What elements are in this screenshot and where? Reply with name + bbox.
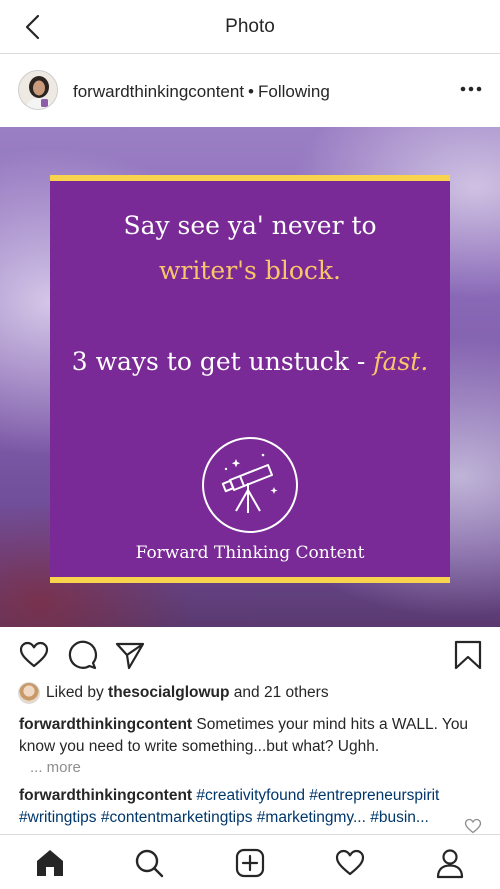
tab-activity[interactable]	[334, 847, 366, 879]
more-dots-icon	[460, 86, 482, 92]
separator-dot: •	[248, 82, 254, 101]
post-header: forwardthinkingcontent • Following	[0, 55, 500, 127]
likes-suffix[interactable]: and 21 others	[234, 684, 329, 701]
caption-username[interactable]: forwardthinkingcontent	[19, 716, 192, 733]
heart-icon	[19, 641, 49, 668]
page-title: Photo	[225, 16, 275, 37]
post-actions	[0, 627, 500, 683]
heart-icon	[464, 818, 482, 834]
follow-status-button[interactable]: Following	[258, 82, 330, 101]
hashtag[interactable]: #entrepreneurspirit	[309, 787, 439, 804]
search-icon	[135, 849, 164, 878]
post-image[interactable]: Say see ya' never to writer's block. 3 w…	[0, 127, 500, 627]
tab-add-post[interactable]	[234, 847, 266, 879]
hashtag-partial[interactable]: #marketingmy... #busin...	[257, 809, 429, 826]
likes-summary[interactable]: Liked by thesocialglowup and 21 others	[18, 682, 329, 706]
accent-bar-top	[50, 175, 450, 181]
tab-profile[interactable]	[434, 847, 466, 879]
tab-search[interactable]	[133, 847, 165, 879]
caption-more-link[interactable]: ... more	[30, 759, 81, 776]
post-author-line: forwardthinkingcontent • Following	[73, 82, 330, 102]
graphic-line-3: 3 ways to get unstuck - fast.	[50, 347, 450, 376]
hashtag[interactable]: #creativityfound	[196, 787, 305, 804]
bottom-tab-bar	[0, 834, 500, 889]
share-button[interactable]	[114, 639, 146, 671]
post-caption: forwardthinkingcontent Sometimes your mi…	[19, 714, 489, 758]
hashtag[interactable]: #contentmarketingtips	[101, 809, 253, 826]
heart-icon	[335, 849, 365, 876]
home-icon	[37, 850, 63, 876]
bookmark-icon	[454, 640, 482, 670]
accent-bar-bottom	[50, 577, 450, 583]
liker-username[interactable]: thesocialglowup	[108, 684, 229, 701]
comment-username[interactable]: forwardthinkingcontent	[19, 787, 192, 804]
brand-name: Forward Thinking Content	[135, 543, 365, 563]
send-icon	[115, 642, 145, 670]
graphic-card: Say see ya' never to writer's block. 3 w…	[50, 175, 450, 583]
likes-prefix: Liked by	[46, 684, 104, 702]
more-options-button[interactable]	[456, 79, 486, 99]
comment-like-button[interactable]	[464, 818, 482, 834]
top-bar: Photo	[0, 0, 500, 54]
comment-button[interactable]	[66, 639, 98, 671]
hashtag[interactable]: #writingtips	[19, 809, 97, 826]
profile-icon	[436, 849, 464, 879]
graphic-line-3-main: 3 ways to get unstuck -	[71, 347, 374, 376]
graphic-line-2: writer's block.	[159, 256, 341, 285]
add-post-icon	[235, 848, 265, 878]
graphic-line-1: Say see ya' never to	[123, 211, 377, 240]
avatar[interactable]	[18, 70, 58, 110]
save-button[interactable]	[452, 639, 484, 671]
like-button[interactable]	[18, 639, 50, 671]
comment-icon	[68, 640, 98, 670]
tab-home[interactable]	[34, 847, 66, 879]
comment: forwardthinkingcontent #creativityfound …	[19, 785, 489, 829]
post-username[interactable]: forwardthinkingcontent	[73, 82, 244, 101]
telescope-icon	[202, 437, 298, 533]
graphic-line-3-emphasis: fast.	[373, 347, 429, 376]
liker-avatar	[18, 682, 40, 704]
